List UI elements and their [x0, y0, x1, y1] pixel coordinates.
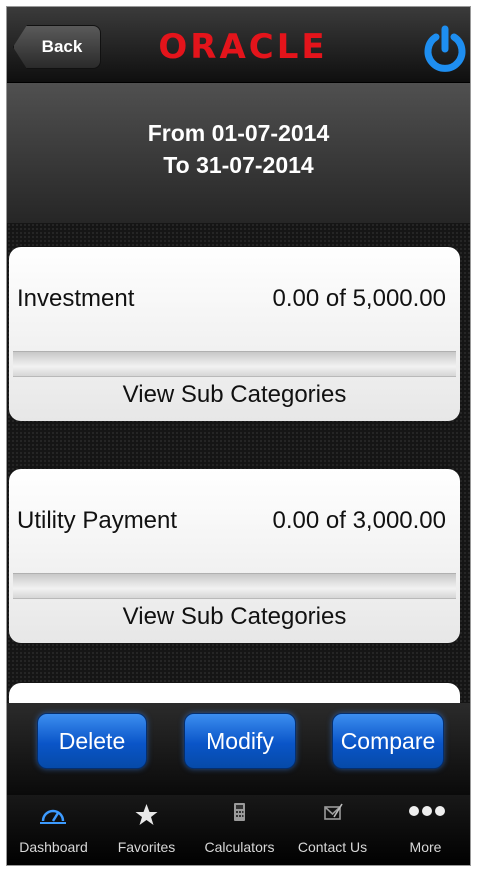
modify-button[interactable]: Modify [184, 713, 296, 769]
phone-screen: Back ORACLE From 01-07-2014 To 31-07-201… [6, 6, 471, 866]
top-bar: Back ORACLE [7, 7, 470, 83]
tab-label: Calculators [204, 839, 275, 855]
budget-category-name: Utility Payment [17, 507, 178, 534]
tab-label: Favorites [117, 839, 176, 855]
action-bar: Delete Modify Compare [7, 703, 470, 795]
power-icon[interactable] [421, 25, 469, 73]
calculator-icon [234, 803, 245, 821]
budget-card-utility-payment: Utility Payment 0.00 of 3,000.00 View Su… [9, 469, 460, 643]
tab-calculators[interactable]: Calculators [193, 795, 286, 865]
from-date: From 01-07-2014 [147, 120, 330, 146]
tab-label: More [409, 839, 442, 855]
tab-bar: Dashboard Favorites Calculators Contact … [7, 795, 470, 865]
more-icon [409, 806, 445, 816]
budget-amount: 0.00 of 3,000.00 [272, 507, 446, 534]
view-sub-categories-link[interactable]: View Sub Categories [9, 603, 460, 631]
budget-amount: 0.00 of 5,000.00 [272, 285, 446, 312]
budget-progress-bar [13, 573, 456, 599]
compare-button[interactable]: Compare [332, 713, 444, 769]
tab-label: Dashboard [19, 839, 88, 855]
to-date: To 31-07-2014 [163, 152, 314, 178]
back-button[interactable]: Back [13, 25, 101, 69]
tab-contact-us[interactable]: Contact Us [286, 795, 379, 865]
dashboard-icon [40, 809, 66, 824]
view-sub-categories-link[interactable]: View Sub Categories [9, 381, 460, 409]
star-icon [135, 804, 158, 825]
tab-label: Contact Us [297, 839, 368, 855]
budget-category-name: Investment [17, 285, 135, 312]
budget-list: Investment 0.00 of 5,000.00 View Sub Cat… [7, 223, 470, 723]
contact-icon [324, 803, 343, 820]
tab-more[interactable]: More [379, 795, 470, 865]
budget-progress-bar [13, 351, 456, 377]
delete-button[interactable]: Delete [37, 713, 147, 769]
date-range: From 01-07-2014 To 31-07-2014 [7, 83, 470, 223]
tab-favorites[interactable]: Favorites [100, 795, 193, 865]
tab-dashboard[interactable]: Dashboard [7, 795, 100, 865]
oracle-logo: ORACLE [158, 27, 328, 67]
budget-card-investment: Investment 0.00 of 5,000.00 View Sub Cat… [9, 247, 460, 421]
